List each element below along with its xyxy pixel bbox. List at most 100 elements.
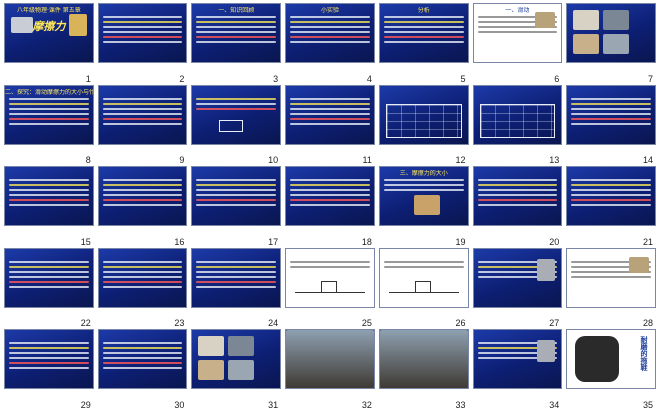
slide-thumbnail[interactable]: 一、滑动	[472, 3, 563, 63]
slide-thumbnail[interactable]	[285, 166, 375, 227]
slide-cell[interactable]: 18	[285, 166, 375, 248]
slide-cell[interactable]: 22	[4, 247, 94, 330]
slide-cell[interactable]: 分析 5	[378, 3, 469, 85]
slide-thumbnail[interactable]: 二、探究：滑动摩擦力的大小与什么有关	[4, 84, 94, 145]
slide-text-lines	[9, 260, 89, 291]
slide-cell[interactable]: 12	[378, 84, 469, 167]
slide-thumbnail[interactable]: 耐磨的拖鞋	[566, 329, 656, 390]
slide-cell[interactable]: 27	[472, 247, 563, 330]
slide-thumbnail[interactable]	[566, 166, 656, 227]
slide-text-lines	[102, 260, 183, 291]
slide-text-lines	[383, 16, 464, 46]
slide-thumbnail[interactable]	[285, 84, 375, 145]
slide-thumbnail[interactable]	[4, 166, 94, 227]
slide-thumbnail[interactable]: 分析	[378, 3, 469, 63]
slide-cell[interactable]: 三、摩擦力的大小 19	[378, 166, 469, 248]
slide-cell[interactable]: 32	[285, 329, 375, 411]
slide-thumbnail[interactable]	[97, 247, 188, 308]
slide-cell[interactable]: 八年级物理·课件 第五章 摩擦力 1	[4, 3, 94, 85]
slide-cell[interactable]: 21	[566, 166, 656, 248]
slide-thumbnail[interactable]	[566, 84, 656, 145]
slide-cell[interactable]: 小实验 4	[285, 3, 375, 85]
slide-thumbnail[interactable]	[4, 329, 94, 390]
slide-cell[interactable]: 13	[472, 84, 563, 167]
slide-thumbnail[interactable]	[191, 166, 282, 227]
text-line	[102, 112, 183, 115]
text-line	[9, 285, 89, 288]
slide-thumbnail[interactable]: 一、知识回顾	[191, 3, 282, 63]
slide-cell[interactable]: 2	[97, 3, 188, 85]
slide-thumbnail[interactable]	[191, 84, 282, 145]
slide-sorter: 八年级物理·课件 第五章 摩擦力 1 2 一、知识回顾 3 小实验 4 分析 5 一、滑动 6 7 二、探…	[0, 0, 660, 413]
slide-thumbnail[interactable]	[285, 329, 375, 390]
text-line	[9, 270, 89, 273]
text-line	[9, 367, 89, 370]
text-line	[102, 275, 183, 278]
slide-thumbnail[interactable]	[97, 84, 188, 145]
text-line	[571, 275, 651, 278]
slide-thumbnail[interactable]	[472, 329, 563, 390]
slide-cell[interactable]: 26	[378, 247, 469, 330]
text-line	[290, 107, 370, 110]
slide-cell[interactable]: 33	[378, 329, 469, 411]
slide-thumbnail[interactable]	[378, 329, 469, 390]
photo-inset	[537, 258, 556, 281]
slide-cell[interactable]: 耐磨的拖鞋 35	[566, 329, 656, 411]
slide-cell[interactable]: 二、探究：滑动摩擦力的大小与什么有关 8	[4, 84, 94, 167]
slide-thumbnail[interactable]	[566, 247, 656, 308]
text-line	[102, 179, 183, 182]
slide-cell[interactable]: 29	[4, 329, 94, 411]
slide-title: 小实验	[320, 7, 339, 14]
slide-cell[interactable]: 15	[4, 166, 94, 248]
slide-thumbnail[interactable]	[566, 3, 656, 63]
slide-thumbnail[interactable]	[472, 84, 563, 145]
text-line	[290, 21, 370, 23]
slide-cell[interactable]: 25	[285, 247, 375, 330]
slide-thumbnail[interactable]: 小实验	[285, 3, 375, 63]
slide-thumbnail[interactable]	[97, 3, 188, 63]
slide-cell[interactable]: 23	[97, 247, 188, 330]
slide-cell[interactable]: 11	[285, 84, 375, 167]
text-line	[383, 21, 464, 23]
slide-text-lines	[477, 179, 558, 209]
text-line	[102, 342, 183, 345]
slide-text-lines	[102, 179, 183, 209]
text-line	[102, 204, 183, 207]
slide-thumbnail[interactable]	[285, 247, 375, 308]
slide-thumbnail[interactable]	[378, 84, 469, 145]
text-line	[571, 184, 651, 187]
text-line	[102, 285, 183, 288]
slide-cell[interactable]: 16	[97, 166, 188, 248]
slide-cell[interactable]: 20	[472, 166, 563, 248]
text-line	[102, 367, 183, 370]
slide-text-lines	[9, 342, 89, 372]
slide-cell[interactable]: 28	[566, 247, 656, 330]
slide-thumbnail[interactable]	[378, 247, 469, 308]
slide-cell[interactable]: 14	[566, 84, 656, 167]
slide-cell[interactable]: 31	[191, 329, 282, 411]
slide-cell[interactable]: 一、滑动 6	[472, 3, 563, 85]
slide-number: 15	[80, 236, 91, 247]
slide-text-lines	[290, 179, 370, 209]
slide-cell[interactable]: 30	[97, 329, 188, 411]
slide-cell[interactable]: 34	[472, 329, 563, 411]
slide-cell[interactable]: 17	[191, 166, 282, 248]
text-line	[196, 36, 277, 38]
text-line	[383, 26, 464, 28]
slide-thumbnail[interactable]: 三、摩擦力的大小	[378, 166, 469, 227]
slide-cell[interactable]: 一、知识回顾 3	[191, 3, 282, 85]
slide-number: 18	[361, 236, 372, 247]
text-line	[9, 275, 89, 278]
slide-thumbnail[interactable]	[97, 166, 188, 227]
slide-thumbnail[interactable]: 八年级物理·课件 第五章 摩擦力	[4, 3, 94, 63]
slide-cell[interactable]: 10	[191, 84, 282, 167]
slide-cell[interactable]: 7	[566, 3, 656, 85]
slide-thumbnail[interactable]	[4, 247, 94, 308]
slide-cell[interactable]: 24	[191, 247, 282, 330]
slide-thumbnail[interactable]	[472, 166, 563, 227]
slide-thumbnail[interactable]	[472, 247, 563, 308]
slide-cell[interactable]: 9	[97, 84, 188, 167]
slide-thumbnail[interactable]	[191, 329, 282, 390]
slide-thumbnail[interactable]	[191, 247, 282, 308]
slide-thumbnail[interactable]	[97, 329, 188, 390]
